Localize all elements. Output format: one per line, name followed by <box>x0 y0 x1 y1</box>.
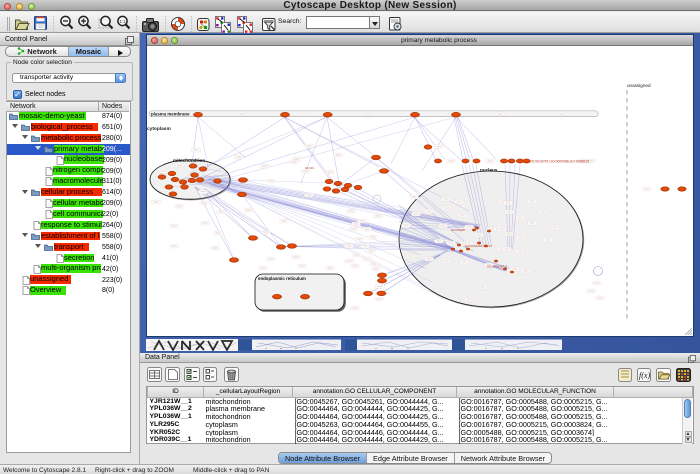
svg-text:nucleus: nucleus <box>480 168 498 173</box>
svg-text:GO:0044464,GO:44: GO:0044464,GO:44 <box>465 244 492 248</box>
svg-text:endoplasmic reticulum: endoplasmic reticulum <box>258 276 306 281</box>
svg-text:GO:0016787,GO:0005488,GO:00052: GO:0016787,GO:0005488,GO:0005215 <box>529 160 589 164</box>
svg-text:unassigned: unassigned <box>627 83 651 88</box>
svg-text:mitochondrion: mitochondrion <box>173 158 205 163</box>
svg-text:plasma membrane: plasma membrane <box>151 112 190 117</box>
svg-text:f(x): f(x) <box>639 371 650 380</box>
svg-text:GO:00448: GO:00448 <box>451 228 465 232</box>
svg-text:cytoplasm: cytoplasm <box>147 126 171 132</box>
svg-text:GO:44: GO:44 <box>305 166 314 170</box>
